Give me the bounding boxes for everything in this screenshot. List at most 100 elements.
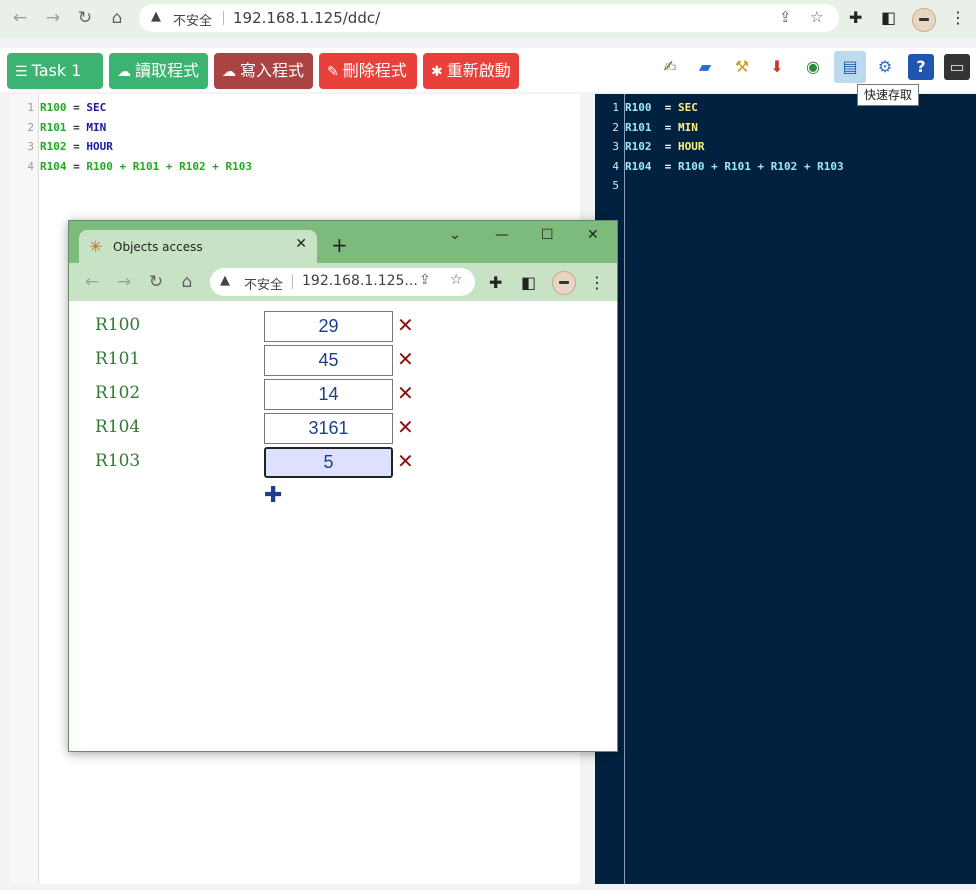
window-titlebar[interactable]: ✳ Objects access ✕ + ⌄ — ☐ ✕: [69, 221, 617, 263]
minimize-icon[interactable]: —: [495, 227, 509, 243]
globe-icon[interactable]: ◉: [800, 54, 826, 80]
forward-icon[interactable]: →: [42, 7, 64, 29]
object-value-input[interactable]: 29: [264, 311, 393, 342]
object-name: R103: [95, 451, 141, 471]
object-row: R102 14 ✕: [69, 379, 617, 413]
warning-icon: ▲: [151, 9, 161, 24]
extensions-icon[interactable]: ✚: [849, 8, 862, 27]
objects-access-window: ✳ Objects access ✕ + ⌄ — ☐ ✕ ← → ↻ ⌂ ▲ 不…: [68, 220, 618, 752]
object-row: R101 45 ✕: [69, 345, 617, 379]
security-label: 不安全: [244, 278, 284, 293]
menu-icon[interactable]: ⋮: [589, 273, 605, 292]
code-line: 4 R104 = R100 + R101 + R102 + R103: [612, 160, 844, 173]
folder-icon[interactable]: ▰: [692, 54, 718, 80]
code-line: 2 R101 = MIN: [27, 121, 107, 134]
favicon-icon: ✳: [89, 237, 103, 256]
delete-icon[interactable]: ✕: [397, 449, 414, 473]
reload-icon[interactable]: ↻: [145, 271, 167, 293]
back-icon[interactable]: ←: [81, 271, 103, 293]
object-row: R103 5 ✕: [69, 447, 617, 481]
browser-tab[interactable]: ✳ Objects access ✕: [79, 230, 317, 263]
quick-access-tooltip: 快速存取: [857, 84, 920, 106]
home-icon[interactable]: ⌂: [176, 271, 198, 293]
delete-icon[interactable]: ✕: [397, 313, 414, 337]
new-tab-icon[interactable]: +: [331, 233, 348, 257]
object-value-input[interactable]: 45: [264, 345, 393, 376]
edit-note-icon[interactable]: ✍: [657, 54, 683, 80]
eraser-icon: ✎: [327, 64, 339, 80]
url-text[interactable]: 192.168.1.125...: [302, 273, 418, 289]
app-toolbar: ☰ Task 1 ☁ 讀取程式 ☁ 寫入程式 ✎ 刪除程式 ✱ 重新啟動 ✍ ▰ ⚒ ⬇ …: [0, 48, 976, 92]
object-name: R101: [95, 349, 141, 369]
read-program-button[interactable]: ☁ 讀取程式: [109, 53, 208, 89]
object-name: R104: [95, 417, 141, 437]
reload-icon[interactable]: ↻: [74, 7, 96, 29]
back-icon[interactable]: ←: [9, 7, 31, 29]
cloud-upload-icon: ☁: [222, 64, 236, 80]
delete-program-button[interactable]: ✎ 刪除程式: [319, 53, 417, 89]
code-line: 4 R104 = R100 + R101 + R102 + R103: [27, 160, 252, 173]
write-program-button[interactable]: ☁ 寫入程式: [214, 53, 313, 89]
code-line: 1 R100 = SEC: [27, 101, 107, 114]
list-icon: ☰: [15, 64, 28, 80]
line-gutter: [10, 94, 39, 884]
code-line: 5: [612, 179, 619, 192]
address-bar[interactable]: ▲ 不安全 192.168.1.125/ddc/ ⇪ ☆: [139, 4, 839, 32]
object-value-input[interactable]: 5: [264, 447, 393, 478]
maximize-icon[interactable]: ☐: [541, 227, 554, 243]
profile-avatar-icon[interactable]: [912, 8, 936, 32]
settings-gears-icon[interactable]: ⚙: [872, 54, 898, 80]
delete-label: 刪除程式: [342, 61, 407, 80]
download-icon[interactable]: ⬇: [764, 54, 790, 80]
code-line: 1 R100 = SEC: [612, 101, 698, 114]
tab-title: Objects access: [113, 240, 203, 254]
task-button[interactable]: ☰ Task 1: [7, 53, 103, 89]
object-row: R104 3161 ✕: [69, 413, 617, 447]
object-value-input[interactable]: 14: [264, 379, 393, 410]
close-icon[interactable]: ✕: [587, 227, 599, 243]
security-label: 不安全: [173, 14, 213, 29]
write-label: 寫入程式: [240, 61, 305, 80]
delete-icon[interactable]: ✕: [397, 381, 414, 405]
forward-icon[interactable]: →: [113, 271, 135, 293]
help-icon[interactable]: ?: [908, 54, 934, 80]
broom-icon[interactable]: ⚒: [729, 54, 755, 80]
chevron-down-icon[interactable]: ⌄: [449, 227, 461, 243]
code-line: 2 R101 = MIN: [612, 121, 698, 134]
share-icon[interactable]: ⇪: [419, 272, 431, 288]
close-tab-icon[interactable]: ✕: [295, 236, 307, 252]
star-icon[interactable]: ☆: [450, 272, 463, 288]
profile-avatar-icon[interactable]: [552, 271, 576, 295]
add-object-icon[interactable]: ✚: [264, 483, 282, 508]
monitor-icon[interactable]: ▭: [944, 54, 970, 80]
divider: [223, 11, 224, 25]
delete-icon[interactable]: ✕: [397, 415, 414, 439]
menu-icon[interactable]: ⋮: [950, 8, 966, 27]
share-icon[interactable]: ⇪: [779, 8, 792, 26]
divider: [292, 275, 293, 289]
warning-icon: ▲: [220, 273, 230, 288]
code-line: 3 R102 = HOUR: [612, 140, 705, 153]
object-value-input[interactable]: 3161: [264, 413, 393, 444]
address-bar[interactable]: ▲ 不安全 192.168.1.125... ⇪ ☆: [210, 268, 475, 296]
object-row: R100 29 ✕: [69, 311, 617, 345]
home-icon[interactable]: ⌂: [106, 7, 128, 29]
restart-label: 重新啟動: [446, 61, 511, 80]
task-label: Task 1: [31, 61, 82, 80]
url-text[interactable]: 192.168.1.125/ddc/: [233, 9, 380, 27]
popup-toolbar: ← → ↻ ⌂ ▲ 不安全 192.168.1.125... ⇪ ☆ ✚ ◧ ⋮: [69, 263, 617, 301]
delete-icon[interactable]: ✕: [397, 347, 414, 371]
side-panel-icon[interactable]: ◧: [521, 273, 536, 292]
object-name: R100: [95, 315, 141, 335]
gear-icon: ✱: [431, 64, 443, 80]
side-panel-icon[interactable]: ◧: [881, 8, 896, 27]
cloud-download-icon: ☁: [117, 64, 131, 80]
object-name: R102: [95, 383, 141, 403]
restart-button[interactable]: ✱ 重新啟動: [423, 53, 519, 89]
quick-access-icon[interactable]: ▤: [834, 51, 866, 83]
code-line: 3 R102 = HOUR: [27, 140, 113, 153]
browser-toolbar: ← → ↻ ⌂ ▲ 不安全 192.168.1.125/ddc/ ⇪ ☆ ✚ ◧…: [0, 0, 976, 38]
read-label: 讀取程式: [135, 61, 200, 80]
extensions-icon[interactable]: ✚: [489, 273, 502, 292]
star-icon[interactable]: ☆: [810, 8, 823, 26]
